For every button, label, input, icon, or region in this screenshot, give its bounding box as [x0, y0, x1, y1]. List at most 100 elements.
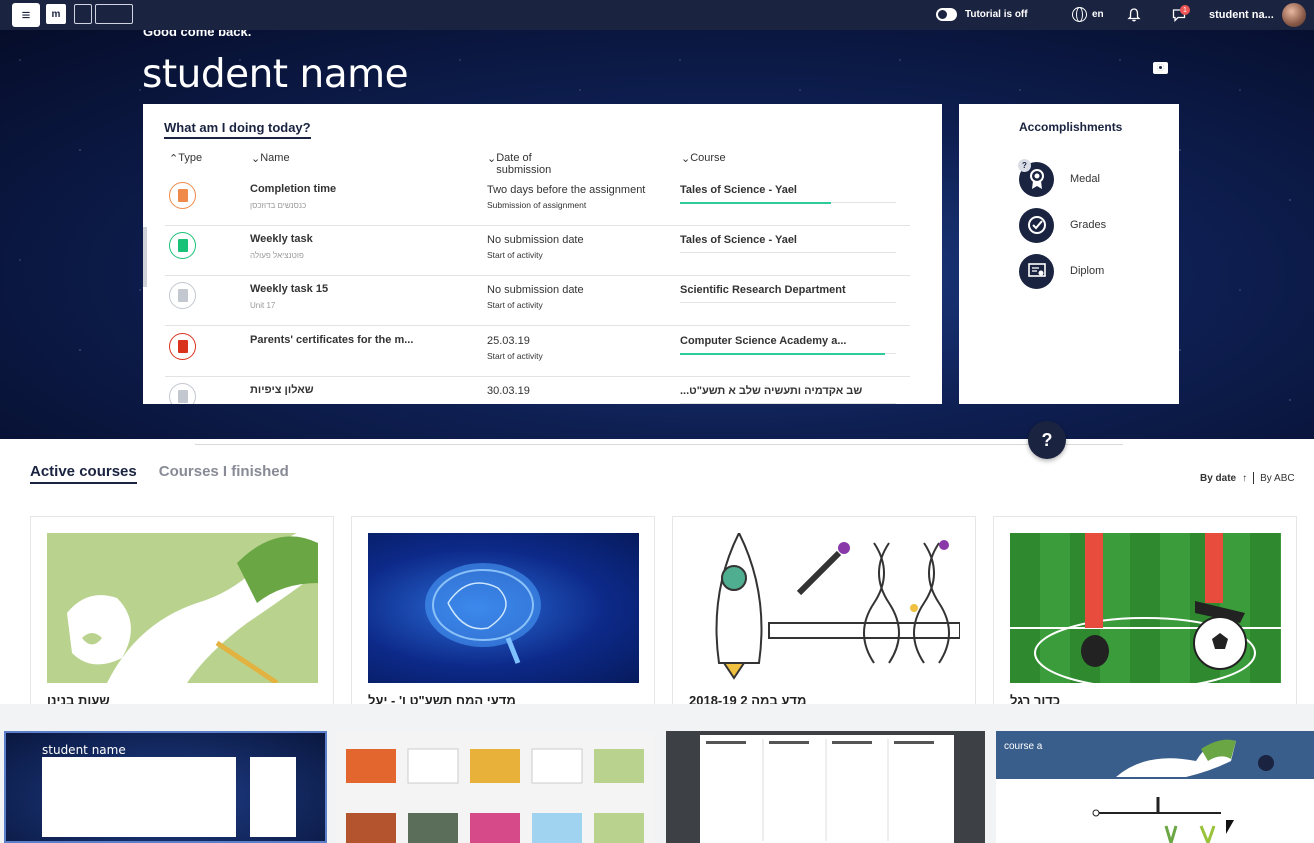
- help-button[interactable]: ?: [1028, 421, 1066, 459]
- language-label: en: [1092, 9, 1104, 20]
- avatar[interactable]: [1282, 3, 1306, 27]
- course-progress-bar: [680, 353, 885, 355]
- today-tasks-card: What am I doing today? ⌃ Type ⌄ Name ⌄ D…: [143, 104, 942, 404]
- task-row[interactable]: שאלון ציפיות 30.03.19 ...שב אקדמיה ותעשיה …: [165, 377, 910, 404]
- today-title: What am I doing today?: [164, 120, 311, 139]
- tab-active-courses[interactable]: Active courses: [30, 463, 137, 484]
- camera-icon[interactable]: [1153, 62, 1168, 74]
- course-card[interactable]: מדע במה 2 2018-19: [672, 516, 976, 706]
- toggle-switch-icon[interactable]: [936, 8, 957, 21]
- accomplishment-grades[interactable]: Grades: [1019, 207, 1106, 243]
- sort-by-abc[interactable]: By ABC: [1260, 473, 1294, 484]
- task-name[interactable]: Weekly task 15: [250, 283, 328, 295]
- column-header-type[interactable]: ⌃ Type: [169, 152, 202, 165]
- task-date-subtitle: Submission of assignment: [487, 200, 587, 210]
- task-course[interactable]: Computer Science Academy a...: [680, 335, 847, 347]
- bell-icon[interactable]: [1127, 8, 1141, 22]
- tab-courses-finished[interactable]: Courses I finished: [159, 463, 289, 484]
- accomplishments-card: Accomplishments ? Medal Grades Diplom: [959, 104, 1179, 404]
- thumbnail-label: student name: [42, 743, 126, 757]
- task-date: 30.03.19: [487, 385, 530, 397]
- task-date: Two days before the assignment: [487, 184, 646, 196]
- task-course[interactable]: ...שב אקדמיה ותעשיה שלב א תשע"ט: [680, 385, 862, 397]
- sort-separator: [1253, 472, 1255, 484]
- hero-banner: Good come back. student name What am I d…: [0, 30, 1314, 439]
- top-bar: ≡ m Tutorial is off en 1 student na...: [0, 0, 1314, 30]
- column-header-date[interactable]: ⌄ Date of submission: [487, 152, 551, 176]
- task-date-subtitle: Start of activity: [487, 250, 543, 260]
- course-image-brain: [368, 533, 639, 683]
- task-row[interactable]: Parents' certificates for the m... 25.03.…: [165, 327, 910, 377]
- globe-icon: [1072, 7, 1087, 22]
- task-type-icon: [169, 333, 196, 360]
- task-name[interactable]: שאלון ציפיות: [250, 384, 314, 396]
- course-image-soccer: [1010, 533, 1281, 683]
- task-subtitle: Unit 17: [250, 301, 276, 310]
- task-row[interactable]: Weekly task 15 Unit 17 No submission date S…: [165, 276, 910, 326]
- tutorial-toggle[interactable]: Tutorial is off: [936, 8, 1028, 21]
- institution-logo: [95, 4, 133, 24]
- section-divider: [195, 444, 1123, 445]
- course-tabs: Active courses Courses I finished: [30, 463, 289, 484]
- task-type-icon: [169, 232, 196, 259]
- thumbnail-courses[interactable]: [336, 731, 654, 843]
- greeting-text: Good come back.: [143, 30, 252, 39]
- accomplishment-label: Grades: [1070, 219, 1107, 231]
- username-menu[interactable]: student na...: [1209, 9, 1274, 21]
- task-type-icon: [169, 282, 196, 309]
- task-name[interactable]: Weekly task: [250, 233, 313, 245]
- task-row[interactable]: Completion time כנסנשים בדוזכסן Two days b…: [165, 176, 910, 226]
- thumbnail-menu[interactable]: [666, 731, 985, 843]
- accomplishment-diploma[interactable]: Diplom: [1019, 253, 1104, 289]
- question-badge: ?: [1018, 159, 1031, 172]
- course-card[interactable]: מדעי המח תשע"ט ו' - יעל: [351, 516, 655, 706]
- task-type-icon: [169, 383, 196, 404]
- sort-controls: By date ↑ By ABC: [1200, 472, 1295, 484]
- partner-logo: [74, 4, 92, 24]
- sort-direction-icon[interactable]: ↑: [1242, 473, 1247, 484]
- sort-by-date[interactable]: By date: [1200, 473, 1236, 484]
- diploma-icon: [1019, 253, 1054, 289]
- tutorial-label: Tutorial is off: [965, 9, 1028, 20]
- task-date: No submission date: [487, 284, 584, 296]
- task-date: 25.03.19: [487, 335, 530, 347]
- thumbnail-card: [250, 757, 296, 837]
- scroll-handle[interactable]: [143, 227, 147, 287]
- course-progress-track: [680, 252, 896, 253]
- task-subtitle: כנסנשים בדוזכסן: [250, 201, 307, 210]
- task-type-icon: [169, 182, 196, 209]
- hamburger-menu-button[interactable]: ≡: [12, 3, 40, 27]
- task-subtitle: פוטנציאל פעולה: [250, 251, 304, 260]
- checkmark-icon: [1019, 207, 1054, 243]
- column-header-name[interactable]: ⌄ Name: [251, 152, 290, 165]
- accomplishment-label: Medal: [1070, 173, 1100, 185]
- course-progress-track: [680, 403, 896, 404]
- task-name[interactable]: Parents' certificates for the m...: [250, 334, 413, 346]
- course-progress-bar: [680, 202, 831, 204]
- task-date: No submission date: [487, 234, 584, 246]
- course-image-science: [689, 533, 960, 683]
- task-course[interactable]: Scientific Research Department: [680, 284, 846, 296]
- app-logo[interactable]: m: [46, 4, 66, 24]
- accomplishment-label: Diplom: [1070, 265, 1105, 277]
- task-course[interactable]: Tales of Science - Yael: [680, 184, 797, 196]
- accomplishments-title: Accomplishments: [1019, 120, 1123, 134]
- column-header-course[interactable]: ⌄ Course: [681, 152, 726, 165]
- course-card[interactable]: כדור רגל: [993, 516, 1297, 706]
- thumbnail-course-page[interactable]: course a: [996, 731, 1314, 843]
- course-card[interactable]: שעות בנינו: [30, 516, 334, 706]
- accomplishment-medal[interactable]: ? Medal: [1018, 159, 1100, 197]
- task-date-subtitle: Start of activity: [487, 300, 543, 310]
- mouse-cursor-icon: [1226, 820, 1234, 834]
- task-row[interactable]: Weekly task פוטנציאל פעולה No submission d…: [165, 226, 910, 276]
- course-progress-track: [680, 302, 896, 303]
- course-image-stork: [47, 533, 318, 683]
- task-date-subtitle: Start of activity: [487, 351, 543, 361]
- student-name-title: student name: [142, 52, 409, 97]
- thumbnail-dashboard[interactable]: student name: [4, 731, 327, 843]
- thumbnail-card: [42, 757, 236, 837]
- chat-badge: 1: [1180, 5, 1190, 15]
- task-name[interactable]: Completion time: [250, 183, 336, 195]
- language-selector[interactable]: en: [1072, 7, 1104, 22]
- task-course[interactable]: Tales of Science - Yael: [680, 234, 797, 246]
